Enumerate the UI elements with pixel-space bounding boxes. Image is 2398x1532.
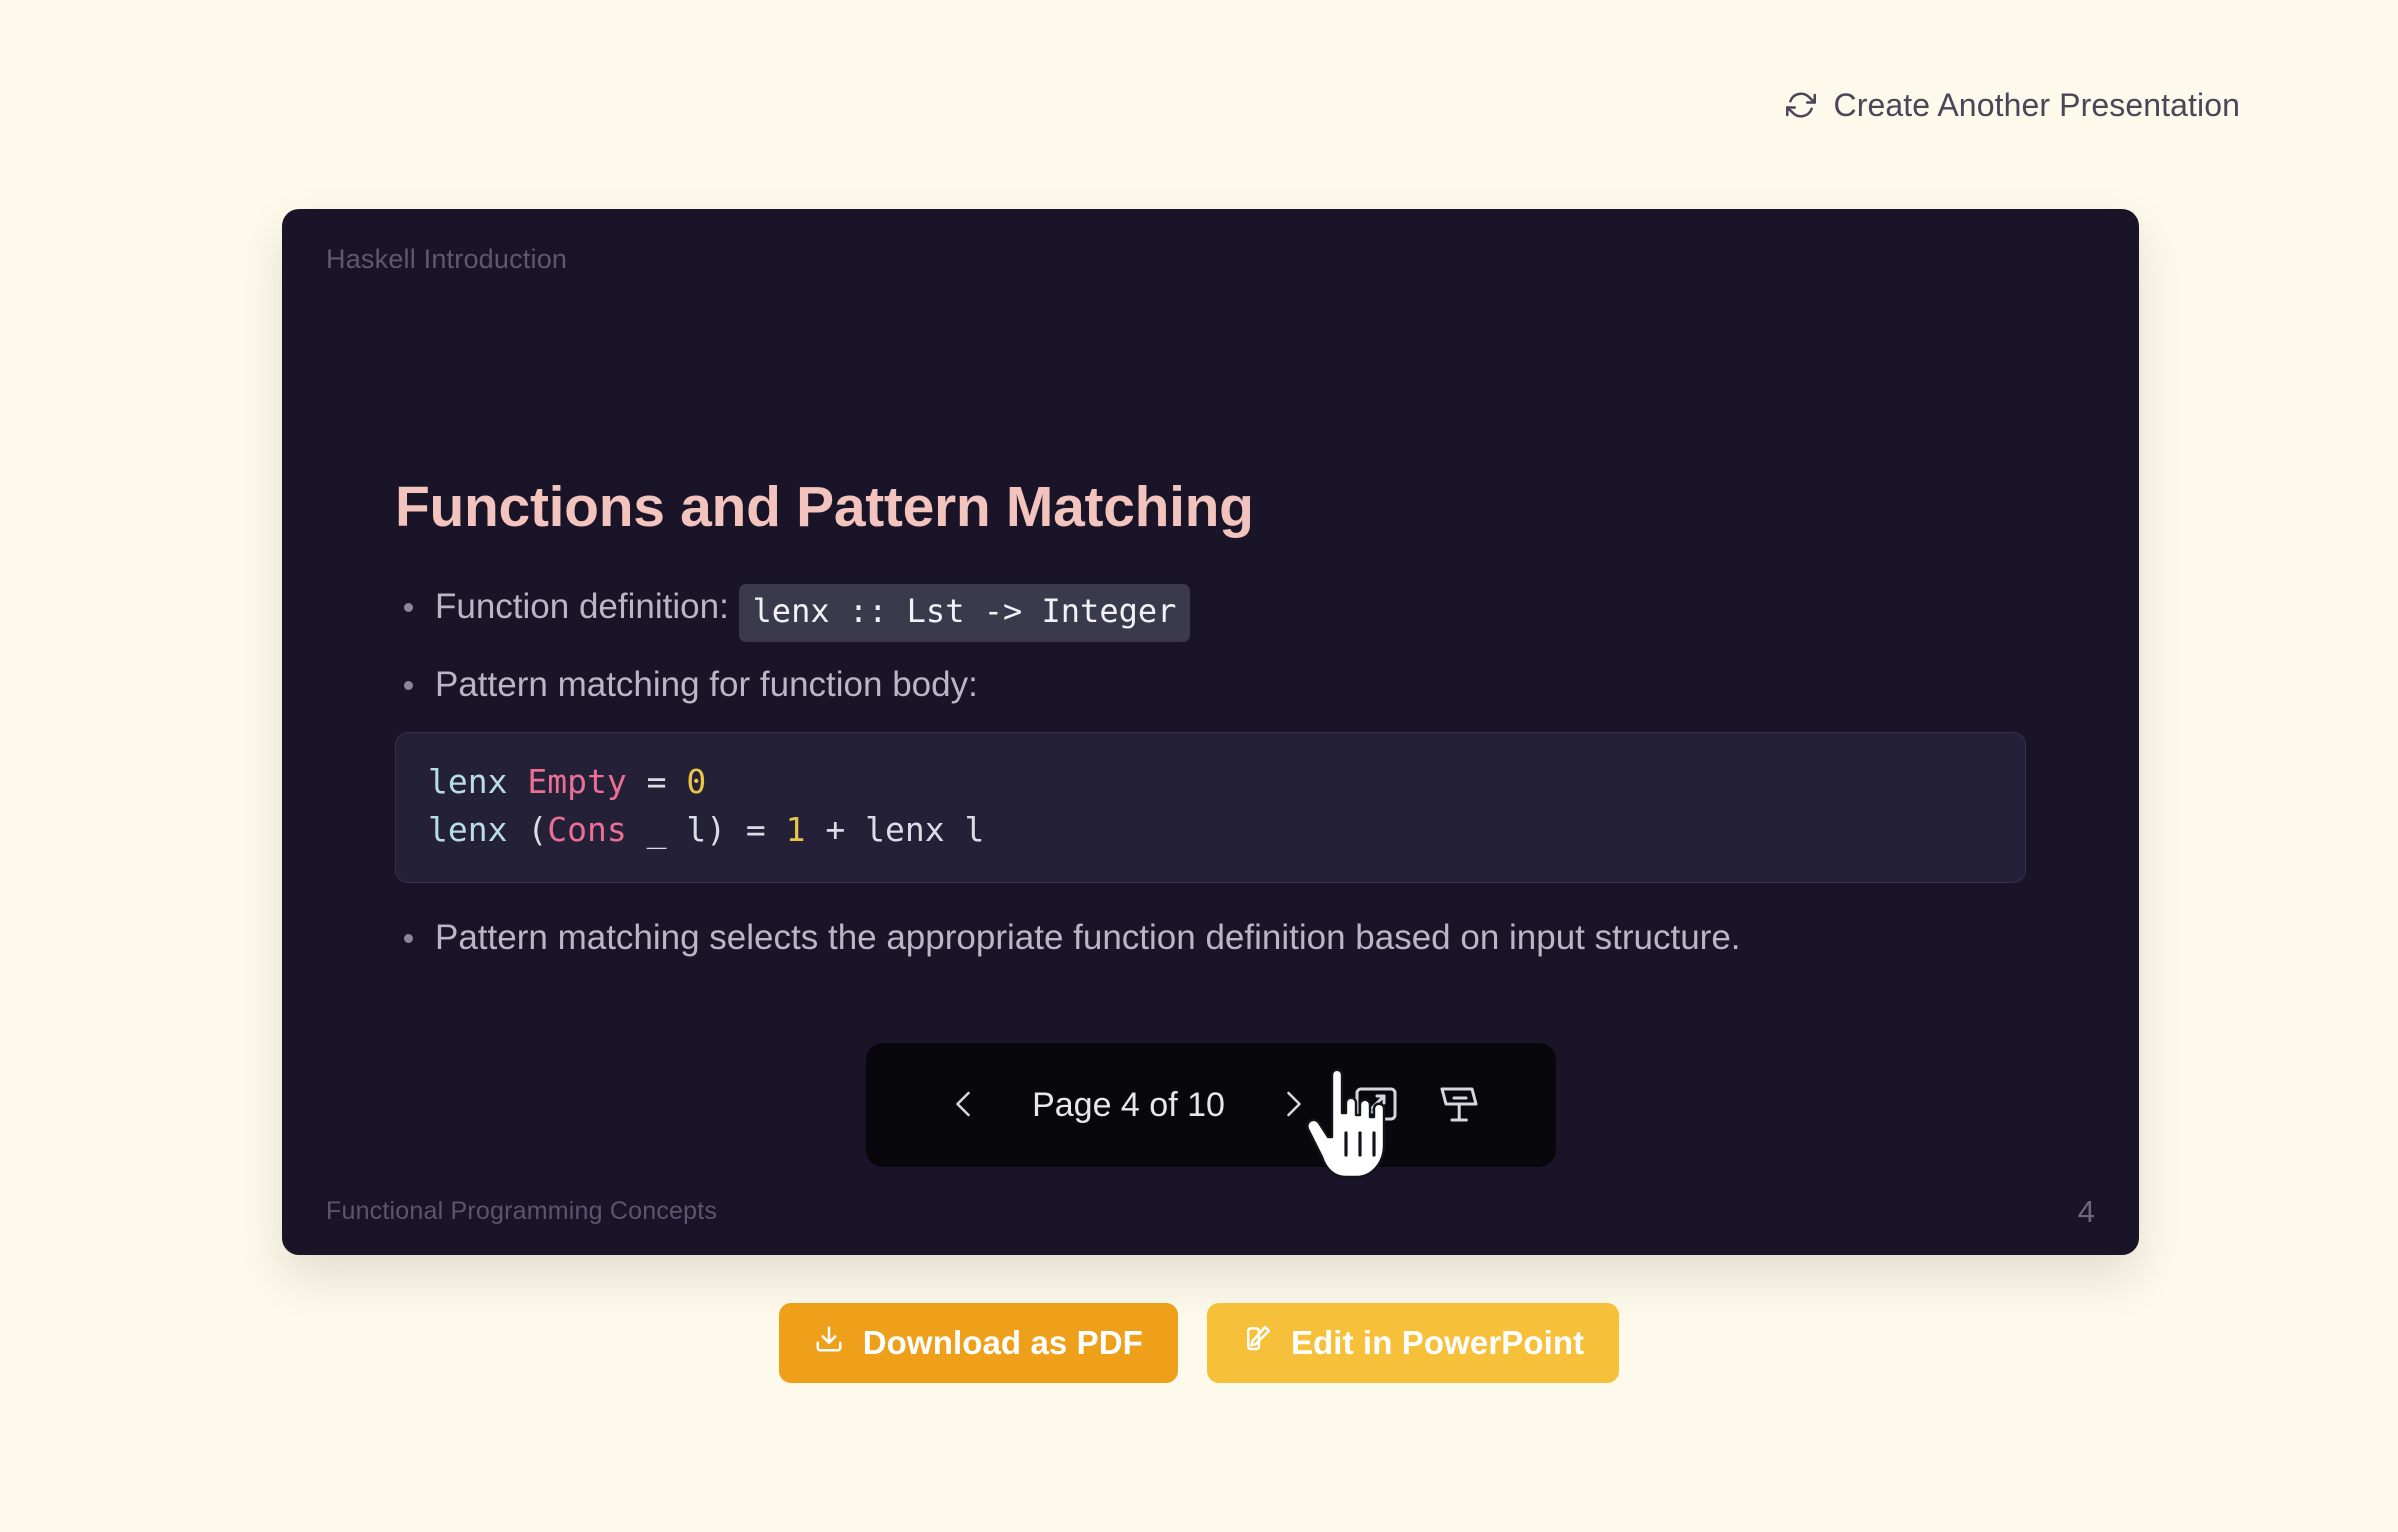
download-as-pdf-button[interactable]: Download as PDF — [779, 1303, 1178, 1383]
code-token-function: lenx — [428, 762, 507, 801]
list-item: Pattern matching for function body: — [395, 660, 2026, 710]
slide-footer-left: Functional Programming Concepts — [326, 1197, 717, 1226]
slide-bullet-list: Function definition: lenx :: Lst -> Inte… — [395, 582, 2026, 710]
chevron-left-icon — [941, 1082, 985, 1129]
code-token-constructor: Empty — [527, 762, 626, 801]
slide-page-number: 4 — [2078, 1194, 2095, 1230]
slide-eyebrow: Haskell Introduction — [326, 244, 567, 275]
previous-page-button[interactable] — [924, 1066, 1002, 1144]
expand-icon — [1352, 1080, 1400, 1131]
next-page-button[interactable] — [1255, 1066, 1333, 1144]
code-token-paren: ( — [507, 810, 547, 849]
inline-code-signature: lenx :: Lst -> Integer — [739, 584, 1191, 642]
expand-fullscreen-button[interactable] — [1337, 1066, 1415, 1144]
bullet-text-2: Pattern matching selects the appropriate… — [435, 918, 1741, 957]
create-another-presentation-label: Create Another Presentation — [1833, 87, 2240, 124]
code-token-number: 1 — [786, 810, 806, 849]
code-token-function: lenx — [428, 810, 507, 849]
page-indicator-label: Page 4 of 10 — [1006, 1086, 1251, 1125]
code-token-number: 0 — [686, 762, 706, 801]
action-button-row: Download as PDF Edit in PowerPoint — [0, 1303, 2398, 1383]
slide-body: Functions and Pattern Matching Function … — [395, 474, 2026, 981]
create-another-presentation-button[interactable]: Create Another Presentation — [1786, 87, 2240, 124]
chevron-right-icon — [1272, 1082, 1316, 1129]
download-icon — [814, 1324, 844, 1362]
list-item: Function definition: lenx :: Lst -> Inte… — [395, 582, 2026, 642]
list-item: Pattern matching selects the appropriate… — [395, 913, 2026, 963]
slide-title: Functions and Pattern Matching — [395, 474, 2026, 540]
edit-pencil-icon — [1242, 1324, 1272, 1362]
presentation-icon — [1434, 1080, 1482, 1131]
edit-in-powerpoint-button[interactable]: Edit in PowerPoint — [1207, 1303, 1619, 1383]
edit-in-powerpoint-label: Edit in PowerPoint — [1291, 1324, 1584, 1362]
code-token-operator: = — [627, 762, 687, 801]
download-as-pdf-label: Download as PDF — [863, 1324, 1143, 1362]
slide-card: Haskell Introduction Functions and Patte… — [282, 209, 2139, 1255]
slide-bullet-list-continued: Pattern matching selects the appropriate… — [395, 913, 2026, 963]
slide-pagination-bar: Page 4 of 10 — [866, 1043, 1556, 1167]
refresh-icon — [1786, 90, 1816, 120]
code-token-operator: _ l) = — [627, 810, 786, 849]
bullet-text-1: Pattern matching for function body: — [435, 665, 978, 704]
top-bar: Create Another Presentation — [0, 0, 2398, 210]
code-token-constructor: Cons — [547, 810, 626, 849]
bullet-text-0: Function definition: — [435, 587, 729, 626]
code-block: lenx Empty = 0 lenx (Cons _ l) = 1 + len… — [395, 732, 2026, 883]
code-token-tail: + lenx l — [806, 810, 985, 849]
present-mode-button[interactable] — [1419, 1066, 1497, 1144]
